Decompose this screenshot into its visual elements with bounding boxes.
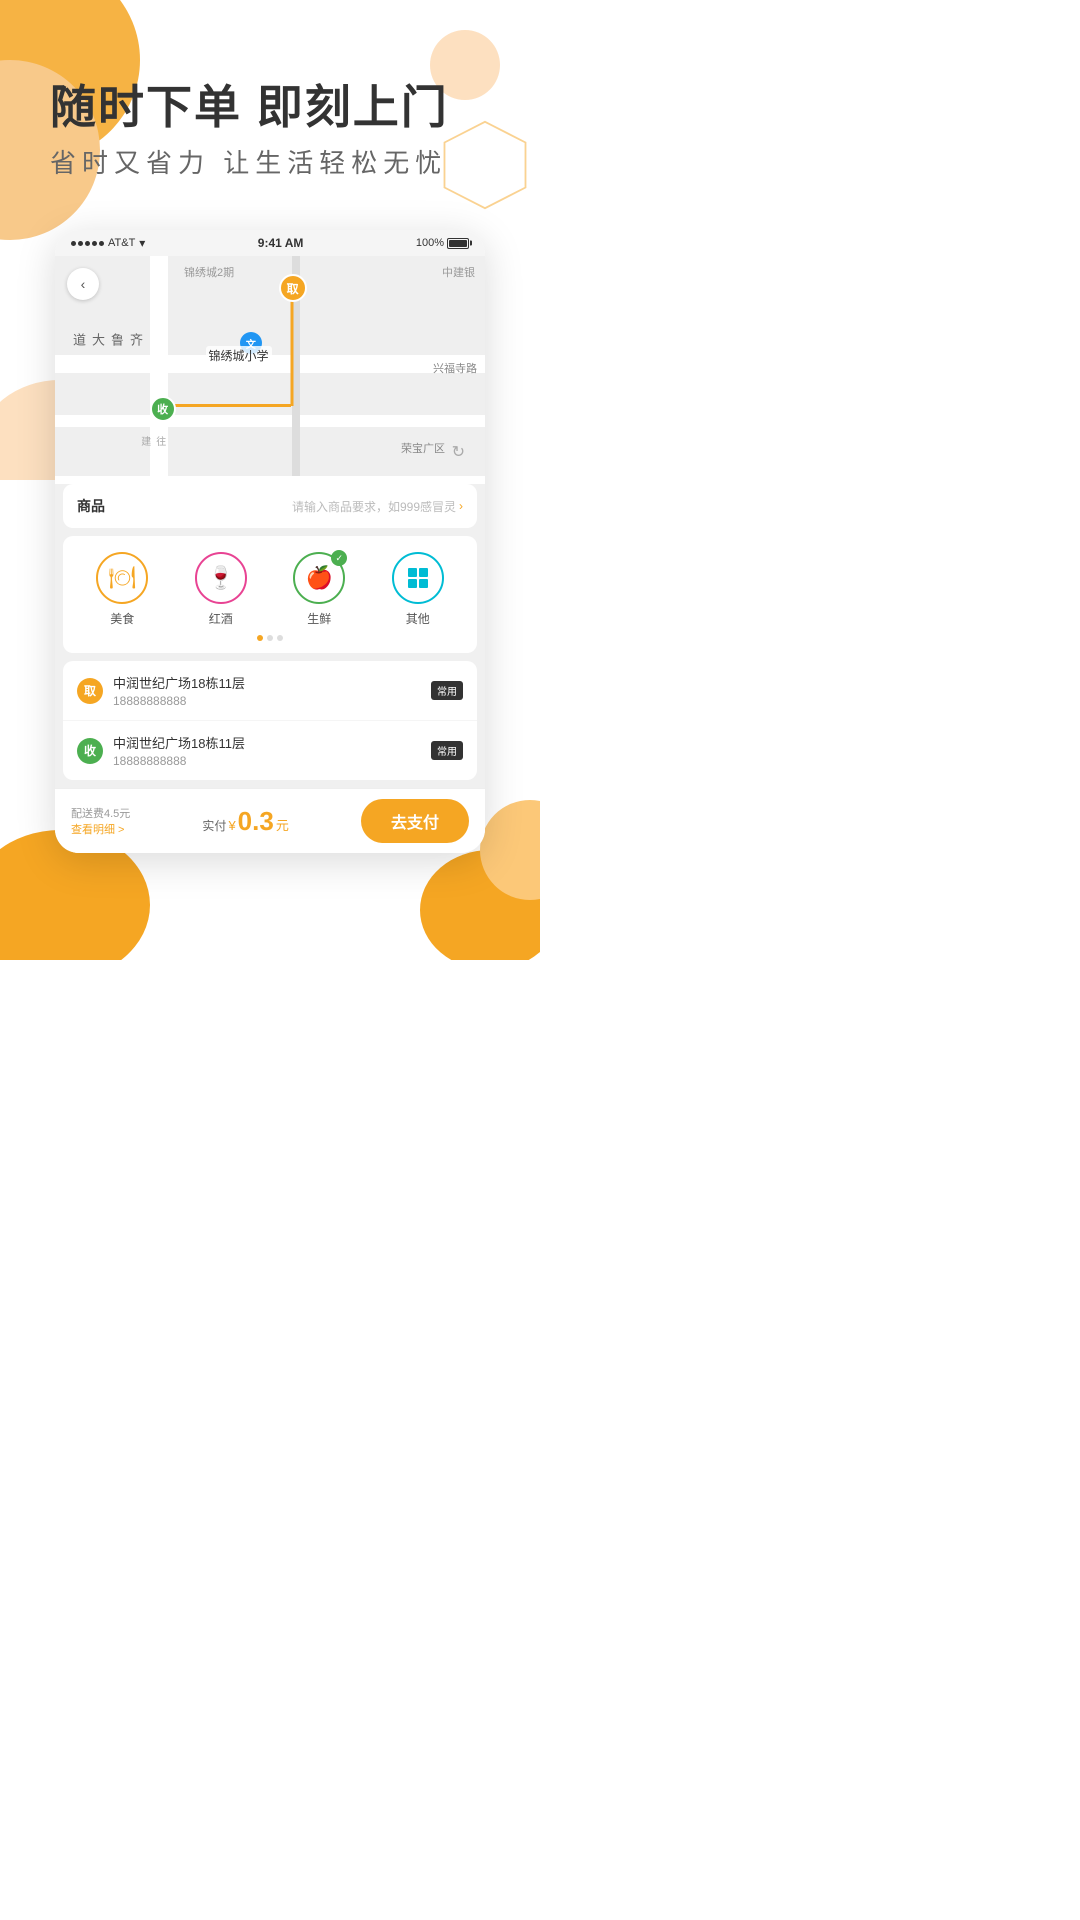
goods-hint: 请输入商品要求，如999感冒灵 › — [292, 498, 463, 515]
road-label-xingfu: 兴福寺路 — [433, 360, 477, 376]
wine-icon: 🍷 — [195, 552, 247, 604]
category-food[interactable]: 🍽 美食 — [73, 552, 172, 627]
delivery-fee-section: 配送费4.5元 查看明细 > — [71, 805, 130, 837]
hero-subtitle: 省时又省力 让生活轻松无忧 — [50, 143, 500, 180]
pickup-addr-phone: 18888888888 — [113, 694, 421, 708]
address-section: 取 中润世纪广场18栋11层 18888888888 常用 收 中润世纪广场18… — [63, 661, 477, 780]
dot-1 — [267, 635, 273, 641]
road-label-jinxiu: 锦绣城2期 — [184, 264, 234, 280]
status-time: 9:41 AM — [258, 236, 304, 250]
price-unit: 元 — [276, 815, 289, 834]
goods-hint-text: 请输入商品要求，如999感冒灵 — [292, 498, 456, 515]
carrier-name: AT&T — [108, 237, 135, 249]
delivery-addr-marker: 收 — [77, 738, 103, 764]
check-badge: ✓ — [331, 550, 347, 566]
school-label: 锦绣城小学 — [206, 346, 272, 365]
fresh-label: 生鲜 — [307, 610, 331, 627]
dot-active — [257, 635, 263, 641]
map-road-horizontal-2 — [55, 415, 485, 427]
category-section: 🍽 美食 🍷 红酒 🍎 ✓ 生鲜 — [63, 536, 477, 653]
wifi-icon: ▾ — [139, 236, 145, 250]
status-bar: AT&T ▾ 9:41 AM 100% — [55, 230, 485, 256]
other-icon — [392, 552, 444, 604]
category-grid: 🍽 美食 🍷 红酒 🍎 ✓ 生鲜 — [73, 552, 467, 627]
bottom-bar: 配送费4.5元 查看明细 > 实付 ¥ 0.3 元 去支付 — [55, 788, 485, 853]
hero-title: 随时下单 即刻上门 — [50, 80, 500, 135]
road-label-rongbao: 荣宝广区 — [401, 440, 445, 456]
battery-icon — [447, 238, 469, 249]
view-detail-link[interactable]: 查看明细 > — [71, 821, 130, 837]
category-fresh[interactable]: 🍎 ✓ 生鲜 — [270, 552, 369, 627]
other-label: 其他 — [406, 610, 430, 627]
delivery-addr-phone: 18888888888 — [113, 754, 421, 768]
pay-button[interactable]: 去支付 — [361, 799, 469, 843]
price-value: 0.3 — [238, 806, 274, 837]
delivery-addr-content: 中润世纪广场18栋11层 18888888888 — [113, 733, 421, 768]
category-wine[interactable]: 🍷 红酒 — [172, 552, 271, 627]
delivery-addr-name: 中润世纪广场18栋11层 — [113, 733, 421, 752]
signal-icon — [71, 241, 104, 246]
category-other[interactable]: 其他 — [369, 552, 468, 627]
battery-percent: 100% — [416, 237, 444, 249]
road-label-qilu: 齐鲁大道 — [69, 333, 145, 350]
food-label: 美食 — [110, 610, 134, 627]
road-label-zhongjian: 中建银 — [442, 264, 475, 280]
delivery-marker: 收 — [150, 396, 176, 422]
delivery-fee-label: 配送费4.5元 — [71, 805, 130, 821]
route-line-horizontal — [167, 404, 292, 407]
wine-label: 红酒 — [209, 610, 233, 627]
pickup-addr-marker: 取 — [77, 678, 103, 704]
goods-section[interactable]: 商品 请输入商品要求，如999感冒灵 › — [63, 484, 477, 528]
page-dots — [73, 635, 467, 641]
delivery-address-row[interactable]: 收 中润世纪广场18栋11层 18888888888 常用 — [63, 721, 477, 780]
dot-2 — [277, 635, 283, 641]
page-wrapper: 随时下单 即刻上门 省时又省力 让生活轻松无忧 AT&T ▾ 9:41 AM 1… — [0, 0, 540, 960]
content-area: 商品 请输入商品要求，如999感冒灵 › 🍽 美食 🍷 红酒 — [55, 484, 485, 853]
pickup-addr-tag: 常用 — [431, 681, 463, 700]
delivery-addr-tag: 常用 — [431, 741, 463, 760]
goods-label: 商品 — [77, 496, 105, 516]
hero-section: 随时下单 即刻上门 省时又省力 让生活轻松无忧 — [0, 0, 540, 210]
fresh-icon: 🍎 ✓ — [293, 552, 345, 604]
actual-pay-label: 实付 — [202, 817, 226, 834]
pickup-marker: 取 — [279, 274, 307, 302]
status-right: 100% — [416, 237, 469, 249]
route-line-vertical — [290, 286, 293, 406]
road-label-zaijian: 往建 — [137, 436, 167, 446]
back-button[interactable]: ‹ — [67, 268, 99, 300]
pickup-address-row[interactable]: 取 中润世纪广场18栋11层 18888888888 常用 — [63, 661, 477, 721]
status-left: AT&T ▾ — [71, 236, 145, 250]
phone-mockup: AT&T ▾ 9:41 AM 100% ‹ — [55, 230, 485, 853]
price-display: 实付 ¥ 0.3 元 — [202, 806, 288, 837]
refresh-icon[interactable]: ↻ — [452, 442, 465, 462]
map-area: ‹ 取 收 文 锦绣城小学 齐鲁大道 锦绣城2期 中建银 兴福寺路 荣宝广区 往… — [55, 256, 485, 476]
currency-symbol: ¥ — [228, 818, 235, 833]
pickup-addr-content: 中润世纪广场18栋11层 18888888888 — [113, 673, 421, 708]
food-icon: 🍽 — [96, 552, 148, 604]
pickup-addr-name: 中润世纪广场18栋11层 — [113, 673, 421, 692]
goods-hint-arrow-icon: › — [459, 499, 463, 513]
